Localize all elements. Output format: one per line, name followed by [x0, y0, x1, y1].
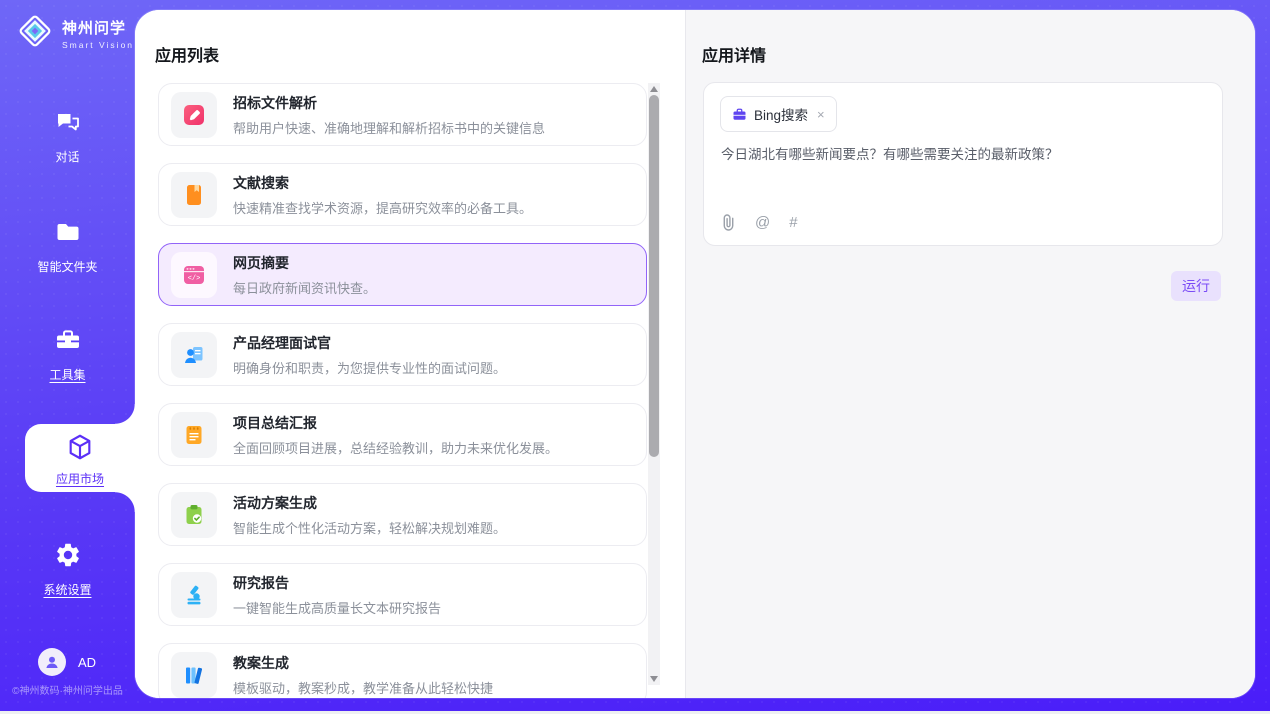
svg-text:</>: </>: [188, 275, 201, 283]
app-desc: 每日政府新闻资讯快查。: [233, 278, 376, 297]
app-card-bid-analysis[interactable]: 招标文件解析 帮助用户快速、准确地理解和解析招标书中的关键信息: [158, 83, 647, 146]
app-title: 招标文件解析: [233, 93, 545, 113]
app-icon-box: [171, 652, 217, 698]
brand-logo: 神州问学 Smart Vision: [16, 12, 134, 55]
app-icon-box: </>: [171, 252, 217, 298]
brand-name: 神州问学: [62, 20, 126, 37]
toolbox-icon: [54, 341, 82, 358]
content-panel: 应用列表 招标文件解析 帮助用户快速、准确地理解和解析招标书中的关键信息: [135, 10, 1255, 698]
app-card-literature-search[interactable]: 文献搜索 快速精准查找学术资源，提高研究效率的必备工具。: [158, 163, 647, 226]
app-list-panel: 应用列表 招标文件解析 帮助用户快速、准确地理解和解析招标书中的关键信息: [135, 10, 685, 698]
sidebar-item-settings[interactable]: 系统设置: [0, 541, 135, 598]
app-icon-box: [171, 172, 217, 218]
browser-icon: </>: [182, 263, 206, 287]
gear-icon: [54, 556, 82, 573]
note-icon: [182, 423, 206, 447]
app-card-research-report[interactable]: 研究报告 一键智能生成高质量长文本研究报告: [158, 563, 647, 626]
sidebar-item-toolset[interactable]: 工具集: [0, 326, 135, 383]
sidebar-item-label: 应用市场: [25, 470, 135, 487]
app-desc: 快速精准查找学术资源，提高研究效率的必备工具。: [233, 198, 532, 217]
user-initials: AD: [78, 655, 96, 670]
book-icon: [182, 183, 206, 207]
app-card-lesson-plan[interactable]: 教案生成 模板驱动，教案秒成，教学准备从此轻松快捷: [158, 643, 647, 698]
app-detail-panel: 应用详情 Bing搜索 × 今日湖北有哪些新闻要点？有哪些需要关注的最新政策？: [685, 10, 1255, 698]
app-detail-title: 应用详情: [702, 42, 766, 66]
close-icon[interactable]: ×: [817, 107, 825, 122]
chat-icon: [54, 123, 82, 140]
clipboard-check-icon: [182, 503, 206, 527]
app-icon-box: [171, 92, 217, 138]
scroll-down-icon[interactable]: [650, 676, 658, 682]
app-desc: 一键智能生成高质量长文本研究报告: [233, 598, 441, 617]
app-title: 教案生成: [233, 653, 493, 673]
run-button[interactable]: 运行: [1171, 271, 1221, 301]
app-window: 神州问学 Smart Vision 对话 智能文件夹: [0, 0, 1270, 714]
prompt-card[interactable]: Bing搜索 × 今日湖北有哪些新闻要点？有哪些需要关注的最新政策？ @ #: [703, 82, 1223, 246]
microscope-icon: [182, 583, 206, 607]
app-desc: 模板驱动，教案秒成，教学准备从此轻松快捷: [233, 678, 493, 697]
sidebar-item-label: 智能文件夹: [0, 258, 135, 275]
diamond-logo-icon: [16, 12, 54, 55]
scrollbar-thumb[interactable]: [649, 95, 659, 457]
folder-icon: [54, 233, 82, 250]
interview-icon: [182, 343, 206, 367]
sidebar-item-label: 系统设置: [0, 581, 135, 598]
input-toolbar: @ #: [721, 214, 798, 231]
scroll-up-icon[interactable]: [650, 86, 658, 92]
sidebar-item-app-market[interactable]: 应用市场: [25, 424, 135, 492]
sidebar-item-label: 工具集: [0, 366, 135, 383]
app-icon-box: [171, 412, 217, 458]
app-title: 研究报告: [233, 573, 441, 593]
topic-icon[interactable]: #: [789, 214, 797, 231]
app-card-pm-interviewer[interactable]: 产品经理面试官 明确身份和职责，为您提供专业性的面试问题。: [158, 323, 647, 386]
app-desc: 智能生成个性化活动方案，轻松解决规划难题。: [233, 518, 506, 537]
avatar: [38, 648, 66, 676]
app-title: 产品经理面试官: [233, 333, 506, 353]
brand-subtitle: Smart Vision: [62, 40, 134, 50]
app-icon-box: [171, 572, 217, 618]
bubble-notch-bottom: [115, 492, 135, 512]
briefcase-icon: [732, 107, 747, 122]
app-desc: 帮助用户快速、准确地理解和解析招标书中的关键信息: [233, 118, 545, 137]
app-icon-box: [171, 332, 217, 378]
tool-tag-label: Bing搜索: [754, 104, 808, 124]
user-account[interactable]: AD: [38, 648, 96, 676]
app-list: 招标文件解析 帮助用户快速、准确地理解和解析招标书中的关键信息 文献搜索 快速精…: [158, 83, 647, 698]
sidebar-item-smart-folder[interactable]: 智能文件夹: [0, 218, 135, 275]
app-title: 活动方案生成: [233, 493, 506, 513]
sidebar-item-label: 对话: [0, 148, 135, 165]
attach-icon[interactable]: [721, 214, 736, 231]
sidebar-footer: ©神州数码·神州问学出品: [0, 682, 135, 697]
sidebar: 神州问学 Smart Vision 对话 智能文件夹: [0, 0, 135, 711]
app-list-title: 应用列表: [155, 42, 219, 66]
app-title: 网页摘要: [233, 253, 376, 273]
app-title: 项目总结汇报: [233, 413, 558, 433]
bubble-notch-top: [115, 404, 135, 424]
mention-icon[interactable]: @: [755, 214, 770, 231]
app-desc: 明确身份和职责，为您提供专业性的面试问题。: [233, 358, 506, 377]
app-card-project-summary[interactable]: 项目总结汇报 全面回顾项目进展，总结经验教训，助力未来优化发展。: [158, 403, 647, 466]
app-card-web-summary[interactable]: </> 网页摘要 每日政府新闻资讯快查。: [158, 243, 647, 306]
books-icon: [182, 663, 206, 687]
cube-icon: [65, 432, 95, 467]
tool-tag-bing-search[interactable]: Bing搜索 ×: [720, 96, 837, 132]
sidebar-item-chat[interactable]: 对话: [0, 108, 135, 165]
edit-icon: [182, 103, 206, 127]
app-title: 文献搜索: [233, 173, 532, 193]
app-desc: 全面回顾项目进展，总结经验教训，助力未来优化发展。: [233, 438, 558, 457]
scrollbar-track[interactable]: [648, 83, 660, 685]
prompt-text[interactable]: 今日湖北有哪些新闻要点？有哪些需要关注的最新政策？: [721, 145, 1206, 165]
app-icon-box: [171, 492, 217, 538]
app-card-event-plan[interactable]: 活动方案生成 智能生成个性化活动方案，轻松解决规划难题。: [158, 483, 647, 546]
